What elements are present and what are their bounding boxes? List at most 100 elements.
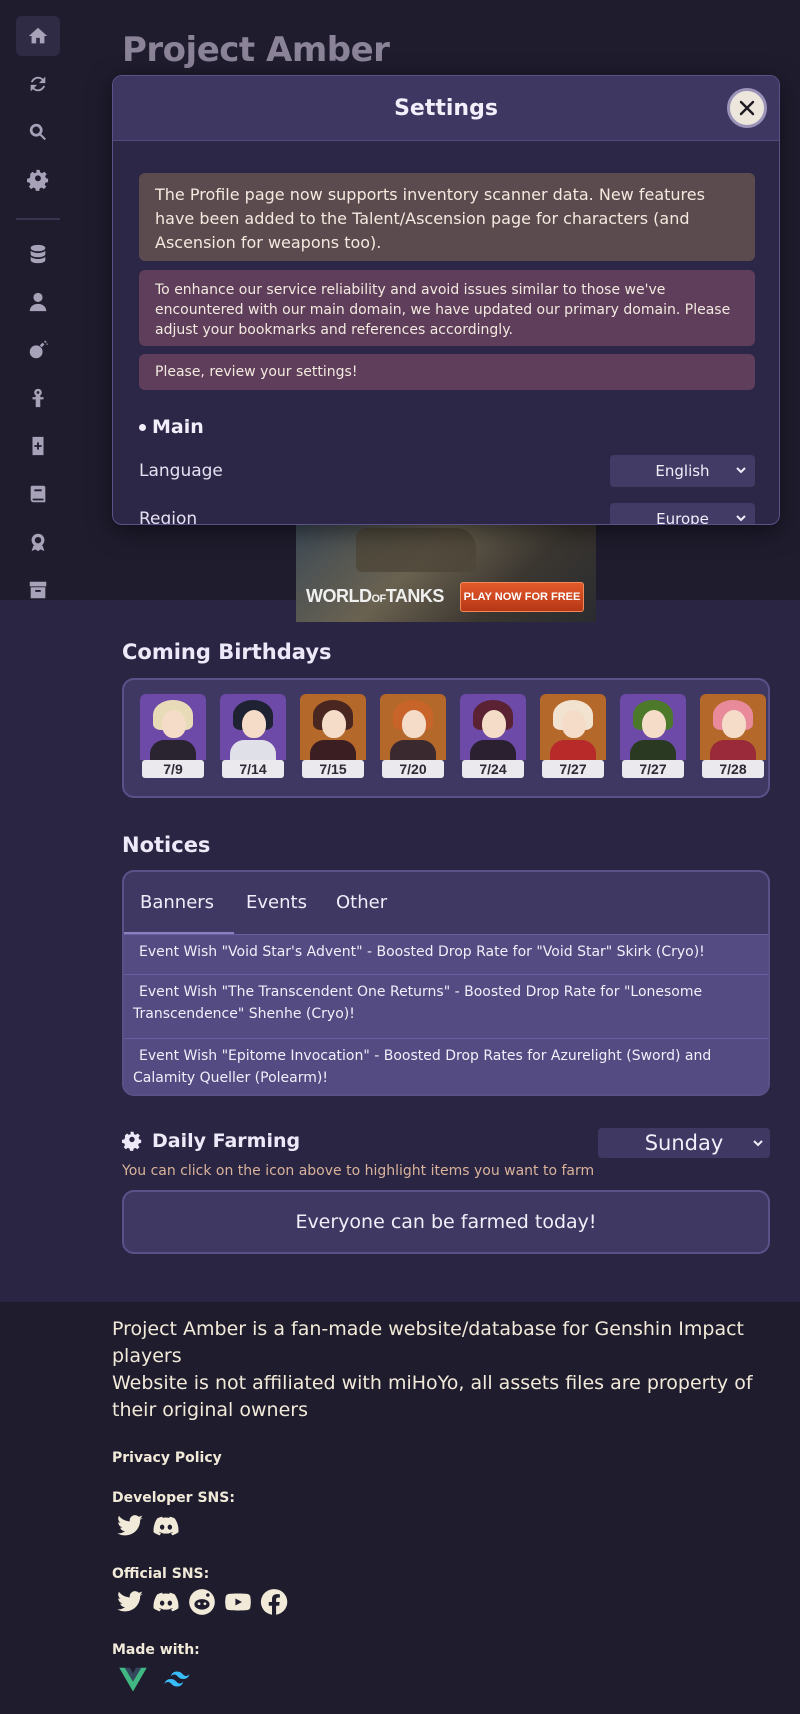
day-select[interactable]: Sunday [598,1128,770,1158]
tab-banners[interactable]: Banners [140,892,214,913]
gear-icon[interactable] [16,160,60,200]
archive-icon[interactable] [16,570,60,610]
ankh-icon[interactable] [16,378,60,418]
developer-sns-label: Developer SNS: [112,1490,235,1506]
advertisement[interactable]: WORLDOFTANKS PLAY NOW FOR FREE [296,524,596,622]
birthday-date: 7/14 [222,760,284,778]
notices-heading: Notices [122,833,211,857]
character-face [642,710,666,738]
farming-hint: You can click on the icon above to highl… [122,1163,595,1179]
chevron-down-icon [736,467,746,474]
birthday-date: 7/20 [382,760,444,778]
region-select[interactable]: Europe [610,503,755,524]
character-portrait [220,694,286,764]
chevron-down-icon [736,515,746,522]
birthdays-panel: 7/9 7/14 7/15 7/20 7/24 7/27 7/27 7/28 [122,678,770,798]
search-icon[interactable] [16,112,60,152]
character-portrait [700,694,766,764]
footer: Project Amber is a fan-made website/data… [0,1302,800,1714]
twitter-icon[interactable] [116,1512,144,1540]
birthday-date: 7/24 [462,760,524,778]
discord-icon[interactable] [152,1512,180,1540]
sidebar [0,0,76,600]
language-label: Language [139,461,223,481]
youtube-icon[interactable] [224,1588,252,1616]
notice-row[interactable]: Event Wish "Epitome Invocation" - Booste… [124,1038,768,1094]
tailwind-icon[interactable] [160,1664,194,1694]
notices-panel: Banners Events Other Event Wish "Void St… [122,870,770,1096]
twitter-icon[interactable] [116,1588,144,1616]
card-icon[interactable] [16,426,60,466]
notice-row[interactable]: Event Wish "Void Star's Advent" - Booste… [124,934,768,974]
discord-icon[interactable] [152,1588,180,1616]
chevron-down-icon [753,1140,763,1147]
bomb-icon[interactable] [16,330,60,370]
birthday-card[interactable]: 7/24 [460,694,526,780]
privacy-policy-link[interactable]: Privacy Policy [112,1450,222,1466]
birthday-date: 7/27 [622,760,684,778]
character-face [242,710,266,738]
character-portrait [140,694,206,764]
close-button[interactable] [727,88,767,128]
birthdays-heading: Coming Birthdays [122,640,332,664]
birthday-card[interactable]: 7/20 [380,694,446,780]
character-portrait [540,694,606,764]
character-face [562,710,586,738]
alert-update: The Profile page now supports inventory … [139,173,755,261]
birthday-card[interactable]: 7/28 [700,694,766,780]
birthday-card[interactable]: 7/15 [300,694,366,780]
birthday-date: 7/27 [542,760,604,778]
ad-logo: WORLDOFTANKS [306,586,444,606]
sidebar-divider [16,218,60,220]
region-label: Region [139,509,198,525]
ad-play-button[interactable]: PLAY NOW FOR FREE [460,582,584,612]
character-face [482,710,506,738]
birthday-card[interactable]: 7/27 [620,694,686,780]
database-icon[interactable] [16,234,60,274]
alert-review: Please, review your settings! [139,354,755,390]
ad-tank-image [356,528,476,572]
home-icon[interactable] [16,16,60,56]
reddit-icon[interactable] [188,1588,216,1616]
gear-icon [122,1131,142,1151]
character-portrait [380,694,446,764]
section-main-heading: Main [139,416,204,438]
vue-icon[interactable] [116,1664,150,1694]
modal-header: Settings [113,76,779,141]
book-icon[interactable] [16,474,60,514]
refresh-icon[interactable] [16,64,60,104]
character-face [322,710,346,738]
character-face [722,710,746,738]
birthday-card[interactable]: 7/14 [220,694,286,780]
character-portrait [460,694,526,764]
birthday-date: 7/9 [142,760,204,778]
official-sns-icons [116,1588,288,1616]
birthday-date: 7/15 [302,760,364,778]
tab-other[interactable]: Other [336,892,387,913]
birthday-date: 7/28 [702,760,764,778]
character-portrait [300,694,366,764]
badge-icon[interactable] [16,522,60,562]
user-icon[interactable] [16,282,60,322]
facebook-icon[interactable] [260,1588,288,1616]
language-select[interactable]: English [610,455,755,487]
farming-panel: Everyone can be farmed today! [122,1190,770,1254]
page-title: Project Amber [122,30,390,70]
footer-description: Project Amber is a fan-made website/data… [112,1318,753,1421]
daily-farming-heading: Daily Farming [122,1130,300,1152]
modal-title: Settings [394,95,498,121]
character-face [402,710,426,738]
birthday-card[interactable]: 7/9 [140,694,206,780]
notices-tabs: Banners Events Other [124,872,768,934]
official-sns-label: Official SNS: [112,1566,210,1582]
character-portrait [620,694,686,764]
made-with-icons [116,1664,194,1694]
settings-modal: Settings The Profile page now supports i… [112,75,780,525]
tab-events[interactable]: Events [246,892,307,913]
made-with-label: Made with: [112,1642,200,1658]
close-icon [739,100,755,116]
birthday-card[interactable]: 7/27 [540,694,606,780]
developer-sns-icons [116,1512,180,1540]
notice-row[interactable]: Event Wish "The Transcendent One Returns… [124,974,768,1038]
alert-domain: To enhance our service reliability and a… [139,270,755,346]
